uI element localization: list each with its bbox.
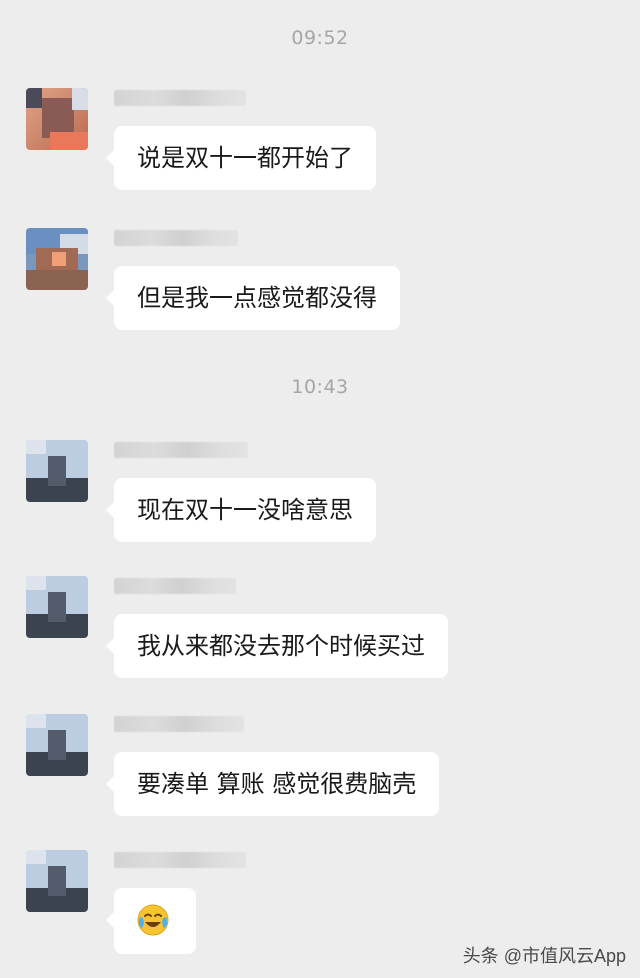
crying-laughing-emoji-icon [137, 904, 169, 936]
avatar[interactable] [26, 714, 88, 776]
avatar[interactable] [26, 576, 88, 638]
avatar[interactable] [26, 228, 88, 290]
sender-name-blurred [114, 442, 248, 458]
timestamp: 10:43 [291, 376, 349, 398]
message-bubble[interactable]: 说是双十一都开始了 [106, 126, 376, 190]
message-bubble[interactable]: 现在双十一没啥意思 [106, 478, 376, 542]
sender-name-blurred [114, 852, 246, 868]
timestamp: 09:52 [291, 27, 349, 49]
sender-name-blurred [114, 230, 238, 246]
sender-name-blurred [114, 716, 244, 732]
message-bubble[interactable] [106, 888, 196, 954]
message-bubble[interactable]: 但是我一点感觉都没得 [106, 266, 400, 330]
sender-name-blurred [114, 90, 246, 106]
sender-name-blurred [114, 578, 236, 594]
message-bubble[interactable]: 要凑单 算账 感觉很费脑壳 [105, 752, 440, 816]
message-bubble[interactable]: 我从来都没去那个时候买过 [106, 614, 448, 678]
avatar[interactable] [26, 850, 88, 912]
avatar[interactable] [26, 88, 88, 150]
watermark: 头条 @市值风云App [462, 946, 626, 966]
avatar[interactable] [26, 440, 88, 502]
